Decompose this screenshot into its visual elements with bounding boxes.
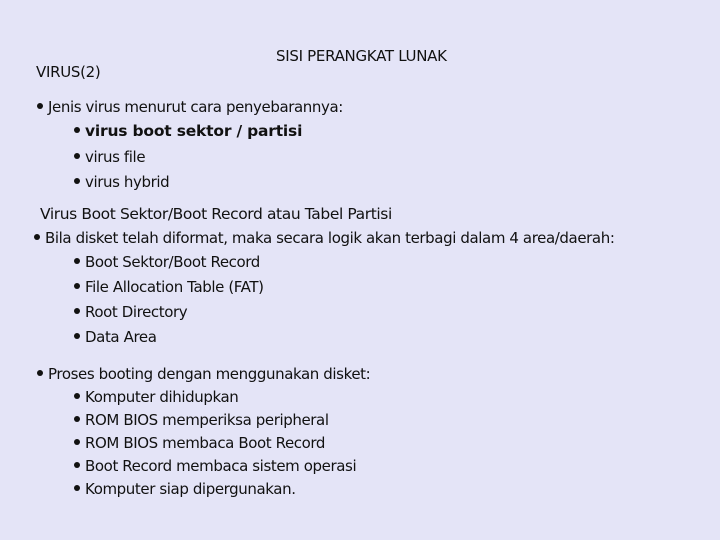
section-heading: Virus Boot Sektor/Boot Record atau Tabel…: [40, 205, 392, 223]
section2-item: Root Directory: [85, 303, 188, 321]
list-item: Komputer dihidupkan: [74, 388, 239, 406]
list-item: Jenis virus menurut cara penyebarannya:: [37, 98, 343, 116]
list-item: virus file: [74, 148, 146, 166]
bullet-icon: [74, 461, 80, 468]
section1-intro: Jenis virus menurut cara penyebarannya:: [48, 98, 343, 116]
bullet-icon: [74, 438, 80, 445]
section3-item: ROM BIOS memperiksa peripheral: [85, 411, 329, 429]
list-item: Bila disket telah diformat, maka secara …: [34, 229, 615, 247]
bullet-icon: [74, 332, 80, 339]
list-item: Boot Sektor/Boot Record: [74, 253, 260, 271]
section1-item: virus hybrid: [85, 173, 170, 191]
section3-item: ROM BIOS membaca Boot Record: [85, 434, 326, 452]
list-item: virus boot sektor / partisi: [74, 122, 302, 140]
bullet-icon: [37, 102, 43, 109]
bullet-icon: [74, 415, 80, 422]
bullet-icon: [74, 282, 80, 289]
list-item: ROM BIOS membaca Boot Record: [74, 434, 325, 452]
list-item: Boot Record membaca sistem operasi: [74, 457, 357, 475]
list-item: Komputer siap dipergunakan.: [74, 480, 296, 498]
bullet-icon: [74, 392, 80, 399]
list-item: ROM BIOS memperiksa peripheral: [74, 411, 329, 429]
section2-item: Data Area: [85, 328, 157, 346]
section3-item: Boot Record membaca sistem operasi: [85, 457, 357, 475]
slide-header-title: SISI PERANGKAT LUNAK: [276, 47, 447, 65]
section3-intro: Proses booting dengan menggunakan disket…: [48, 365, 371, 383]
bullet-icon: [74, 152, 80, 159]
list-item: virus hybrid: [74, 173, 170, 191]
bullet-icon: [37, 369, 43, 376]
list-item: Data Area: [74, 328, 157, 346]
list-item: Proses booting dengan menggunakan disket…: [37, 365, 371, 383]
bullet-icon: [74, 177, 80, 184]
list-item: Root Directory: [74, 303, 188, 321]
section2-item: File Allocation Table (FAT): [85, 278, 264, 296]
section1-item: virus boot sektor / partisi: [85, 122, 303, 140]
page-title: VIRUS(2): [36, 63, 101, 81]
list-item: File Allocation Table (FAT): [74, 278, 264, 296]
section3-item: Komputer siap dipergunakan.: [85, 480, 296, 498]
bullet-icon: [34, 233, 40, 240]
section1-item: virus file: [85, 148, 146, 166]
section3-item: Komputer dihidupkan: [85, 388, 239, 406]
section2-item: Boot Sektor/Boot Record: [85, 253, 260, 271]
section2-intro: Bila disket telah diformat, maka secara …: [45, 229, 615, 247]
bullet-icon: [74, 257, 80, 264]
bullet-icon: [74, 484, 80, 491]
bullet-icon: [74, 307, 80, 314]
bullet-icon: [74, 126, 80, 133]
